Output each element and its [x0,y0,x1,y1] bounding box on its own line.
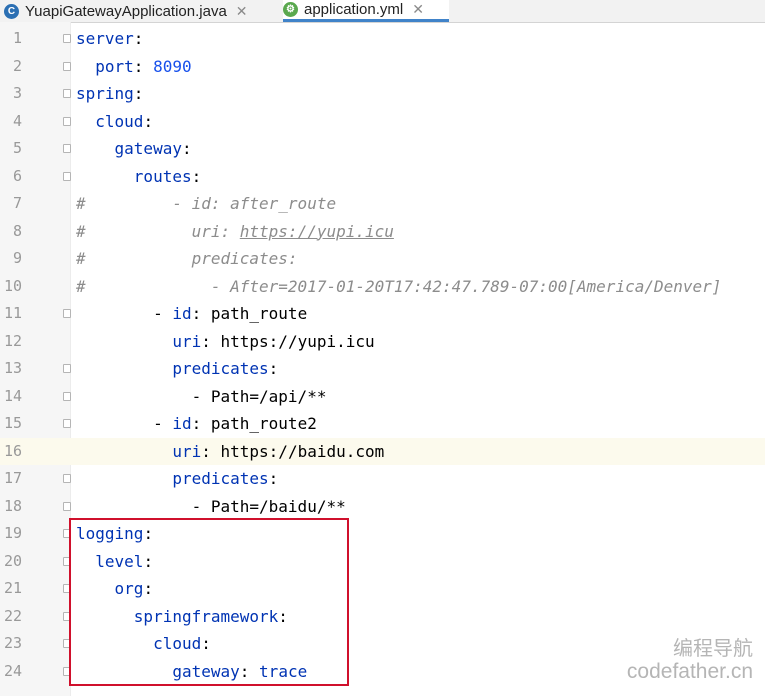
line-number: 24 [3,661,22,680]
line-number: 12 [3,331,22,350]
line-number: 8 [12,221,22,240]
code-line[interactable]: 17 predicates: [0,465,765,493]
line-number: 4 [12,111,22,130]
fold-marker-icon[interactable] [63,474,71,483]
line-number: 1 [12,29,22,47]
fold-marker-icon[interactable] [63,89,71,98]
line-number: 3 [12,84,22,102]
code-line[interactable]: 13 predicates: [0,355,765,383]
line-number: 2 [12,56,22,75]
line-number: 9 [12,249,22,267]
fold-marker-icon[interactable] [63,34,71,43]
code-line[interactable]: 2 port: 8090 [0,53,765,81]
close-icon[interactable]: ✕ [412,1,424,18]
line-number: 15 [3,414,22,432]
fold-marker-icon[interactable] [63,419,71,428]
code-text: spring: [76,84,144,103]
code-text: predicates: [172,469,279,488]
code-line[interactable]: 5 gateway: [0,135,765,163]
editor-tab-bar: C YuapiGatewayApplication.java ✕ ⚙ appli… [0,0,765,23]
tab-yuapi-gateway-application[interactable]: C YuapiGatewayApplication.java ✕ [4,0,274,22]
yaml-file-icon: ⚙ [283,2,298,17]
code-line[interactable]: 16 uri: https://baidu.com [0,437,765,465]
code-line[interactable]: 7 # - id: after_route [0,190,765,218]
line-number: 22 [3,606,22,625]
tab-label: application.yml [304,1,404,18]
code-line[interactable]: 18 - Path=/baidu/** [0,493,765,521]
code-line[interactable]: 1 server: [0,25,765,53]
fold-marker-icon[interactable] [63,391,71,401]
line-number: 5 [12,139,22,157]
code-line[interactable]: 12 uri: https://yupi.icu [0,328,765,356]
code-editor[interactable]: 1 server: 2 port: 8090 3 spring: 4 cloud: 5 ga… [0,22,765,696]
code-text: cloud: [95,111,154,131]
close-icon[interactable]: ✕ [236,3,248,20]
code-line[interactable]: 3 spring: [0,80,765,108]
code-text: # - After=2017-01-20T17:42:47.789-07:00[… [76,276,722,296]
code-line[interactable]: 8 # uri: https://yupi.icu [0,218,765,246]
line-number: 7 [12,194,22,212]
code-text: server: [76,29,144,48]
code-line[interactable]: 11 - id: path_route [0,300,765,328]
code-text: predicates: [172,359,279,378]
code-text: uri: https://baidu.com [172,441,385,461]
fold-marker-icon[interactable] [63,171,71,181]
code-text: # predicates: [76,249,298,268]
fold-marker-icon[interactable] [63,501,71,511]
line-number: 17 [3,469,22,487]
code-text: gateway: [114,139,192,158]
tab-application-yml[interactable]: ⚙ application.yml ✕ [283,0,449,22]
fold-marker-icon[interactable] [63,61,71,71]
line-number: 13 [3,359,22,377]
code-text: - id: path_route [76,304,308,323]
code-text: - Path=/baidu/** [76,496,346,516]
code-line[interactable]: 10 # - After=2017-01-20T17:42:47.789-07:0… [0,273,765,301]
line-number: 21 [3,579,22,597]
code-line[interactable]: 15 - id: path_route2 [0,410,765,438]
line-number: 11 [3,304,22,322]
java-class-icon: C [4,3,19,19]
code-line[interactable]: 14 - Path=/api/** [0,383,765,411]
line-number: 18 [3,496,22,515]
code-text: - id: path_route2 [76,414,317,433]
watermark-title: 编程导航 [673,638,753,660]
watermark-url: codefather.cn [626,660,753,683]
code-text: port: 8090 [95,56,192,76]
tab-label: YuapiGatewayApplication.java [25,2,227,20]
code-line[interactable]: 9 # predicates: [0,245,765,273]
line-number: 10 [3,276,22,295]
fold-marker-icon[interactable] [63,116,71,126]
line-number: 16 [3,441,22,460]
highlight-box [69,518,349,686]
fold-marker-icon[interactable] [63,144,71,153]
fold-marker-icon[interactable] [63,364,71,373]
code-text: uri: https://yupi.icu [172,331,375,351]
code-text: # uri: https://yupi.icu [76,221,394,241]
code-text: - Path=/api/** [76,386,327,406]
line-number: 6 [12,166,22,185]
code-text: routes: [133,166,202,186]
code-line[interactable]: 6 routes: [0,163,765,191]
fold-marker-icon[interactable] [63,309,71,318]
line-number: 14 [3,386,22,405]
line-number: 23 [3,634,22,652]
line-number: 20 [3,551,22,570]
line-number: 19 [3,524,22,542]
code-text: # - id: after_route [76,194,337,213]
code-line[interactable]: 4 cloud: [0,108,765,136]
